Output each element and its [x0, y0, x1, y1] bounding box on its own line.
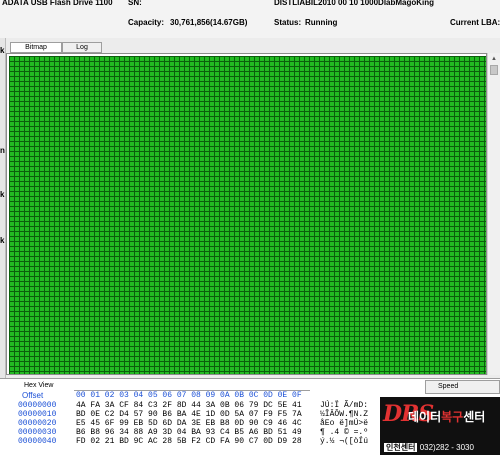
device-path: DISTLIABIL2010 00 10 1000DlabMagoKing — [274, 0, 435, 7]
hex-row[interactable]: 4A FA 3A CF 84 C3 2F 8D 44 3A 0B 06 79 D… — [76, 401, 302, 410]
hex-row[interactable]: E5 45 6F 99 EB 5D 6D DA 3E EB B8 0D 90 C… — [76, 419, 302, 428]
status-label: Status: — [274, 18, 302, 27]
ascii-cell: ý.½ ¬([òÍú — [320, 437, 369, 446]
device-info-bar: ADATA USB Flash Drive 1100 SN: DISTLIABI… — [0, 0, 500, 38]
banner-phone: 032)282 - 3030 — [419, 443, 474, 452]
banner-title-part1: 데이터 — [408, 410, 442, 424]
offset-column-header: Offset — [22, 391, 44, 400]
scroll-thumb[interactable] — [490, 65, 498, 75]
banner-branch-tag: 인천센터 — [384, 443, 418, 452]
hex-bytes: 4A FA 3A CF 84 C3 2F 8D 44 3A 0B 06 79 D… — [76, 401, 302, 446]
current-lba-label: Current LBA: — [450, 18, 500, 27]
bitmap-scrollbar[interactable]: ▲ — [487, 53, 500, 375]
scroll-up-arrow-icon[interactable]: ▲ — [489, 54, 499, 64]
offset-cell: 00000020 — [18, 419, 57, 428]
left-strip-char-1: k — [0, 46, 5, 55]
sn-label: SN: — [128, 0, 142, 7]
tab-bitmap[interactable]: Bitmap — [10, 42, 62, 53]
ascii-cell: JÚ:Ï Ã/mD: — [320, 401, 369, 410]
ascii-cell: ½ÎÂÔW.¶N.Z — [320, 410, 369, 419]
ascii-column: JÚ:Ï Ã/mD: ½ÎÂÔW.¶N.Z åEo ë]mÚ>ë ¶ .4 © … — [320, 401, 368, 446]
byte-column-header: 00 01 02 03 04 05 06 07 08 09 0A 0B 0C 0… — [76, 391, 302, 400]
hex-header-divider — [74, 390, 310, 391]
offset-cell: 00000040 — [18, 437, 57, 446]
drs-watermark-banner: DRS 데이터복구센터 인천센터 032)282 - 3030 — [380, 397, 500, 455]
left-strip-char-5: k — [0, 236, 5, 245]
device-name: ADATA USB Flash Drive 1100 — [2, 0, 113, 7]
ascii-cell: ¶ .4 © =.º — [320, 428, 369, 437]
left-strip-char-4: k — [0, 190, 5, 199]
capacity-label: Capacity: — [128, 18, 165, 27]
ascii-cell: åEo ë]mÚ>ë — [320, 419, 369, 428]
hex-row[interactable]: FD 02 21 BD 9C AC 28 5B F2 CD FA 90 C7 0… — [76, 437, 302, 446]
tab-log[interactable]: Log — [62, 42, 102, 53]
banner-contact: 인천센터 032)282 - 3030 — [384, 442, 474, 453]
sector-bitmap-grid[interactable] — [9, 56, 486, 374]
banner-title-part2: 복구 — [441, 410, 464, 424]
hex-row[interactable]: B6 B8 96 34 88 A9 3D 04 BA 93 C4 B5 A6 B… — [76, 428, 302, 437]
offset-cell: 00000030 — [18, 428, 57, 437]
status-value: Running — [305, 18, 338, 27]
speed-label: Speed — [438, 383, 459, 390]
hex-row[interactable]: BD 0E C2 D4 57 90 B6 BA 4E 1D 0D 5A 07 F… — [76, 410, 302, 419]
banner-title: 데이터복구센터 — [408, 408, 485, 425]
hex-view-title: Hex View — [24, 382, 54, 389]
banner-title-part3: 센터 — [463, 410, 486, 424]
offset-cell: 00000010 — [18, 410, 57, 419]
bitmap-panel — [6, 53, 487, 375]
left-strip-char-3: n — [0, 146, 5, 155]
offset-column: 00000000 00000010 00000020 00000030 0000… — [18, 401, 56, 446]
offset-cell: 00000000 — [18, 401, 57, 410]
speed-panel: Speed — [425, 380, 500, 394]
capacity-value: 30,761,856(14.67GB) — [170, 18, 248, 27]
